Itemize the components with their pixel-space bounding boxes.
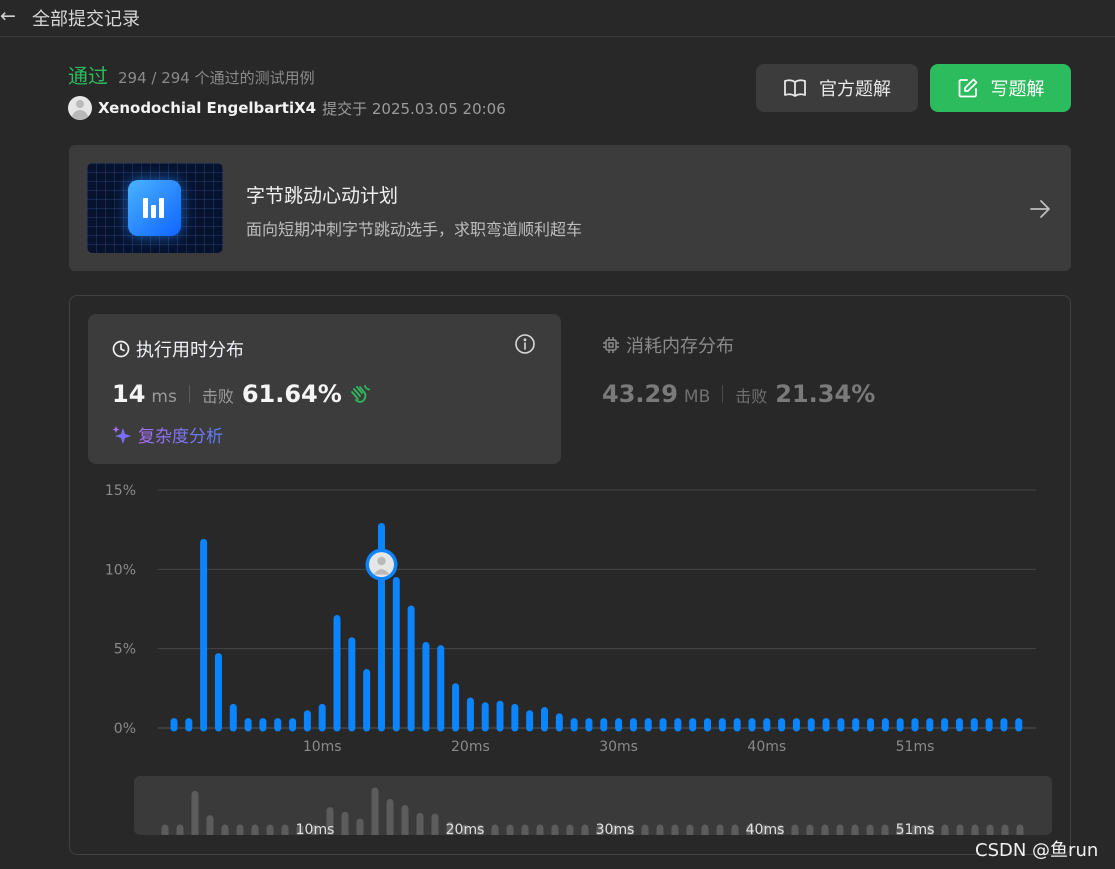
runtime-title: 执行用时分布 [136,340,244,361]
y-tick-label: 0% [114,721,136,737]
banner-subtitle: 面向短期冲刺字节跳动选手，求职弯道顺利超车 [246,220,583,239]
page-title[interactable]: 全部提交记录 [32,5,140,31]
avatar[interactable] [68,96,92,120]
runtime-value: 14 [112,380,146,408]
memory-card[interactable]: 消耗内存分布 43.29 MB 击败 21.34% [602,332,875,408]
status-badge: 通过 [68,64,108,88]
runtime-beat-label: 击败 [201,387,234,406]
clapping-hands-icon [350,385,370,403]
clock-icon [112,340,130,358]
runtime-card-header: 执行用时分布 [112,336,244,362]
y-tick-label: 10% [105,562,136,578]
test-case-count: 294 / 294 个通过的测试用例 [118,69,315,87]
y-tick-label: 5% [114,642,136,658]
write-solution-label: 写题解 [990,79,1045,100]
runtime-unit: ms [151,387,177,407]
memory-beat-percent: 21.34% [775,380,876,408]
book-icon [784,79,806,97]
divider [188,385,190,403]
username[interactable]: Xenodochial EngelbartiX4 [98,99,316,117]
complexity-analysis-label: 复杂度分析 [138,422,223,447]
mini-x-tick-label: 20ms [446,822,485,835]
mini-x-tick-label: 30ms [596,822,635,835]
y-tick-label: 15% [105,483,136,499]
mini-x-tick-label: 51ms [896,822,935,835]
banner-title: 字节跳动心动计划 [246,185,399,207]
bytedance-logo-icon [128,180,181,236]
memory-unit: MB [683,387,711,407]
memory-title: 消耗内存分布 [626,336,734,357]
official-solution-label: 官方题解 [819,79,891,100]
complexity-analysis-link[interactable]: 复杂度分析 [112,422,223,447]
runtime-card[interactable]: 执行用时分布 14 ms 击败 61.64% 复杂度分析 [88,314,561,464]
arrow-right-icon[interactable] [1029,198,1051,220]
runtime-metric: 14 ms 击败 61.64% [112,380,370,408]
official-solution-button[interactable]: 官方题解 [756,64,918,112]
info-icon[interactable] [514,333,536,355]
chart-range-navigator[interactable]: 10ms 20ms 30ms 40ms 51ms [134,776,1052,835]
memory-beat-label: 击败 [735,387,768,406]
x-tick-label: 20ms [451,739,490,755]
x-tick-label: 10ms [303,739,342,755]
mini-x-tick-label: 40ms [746,822,785,835]
memory-metric: 43.29 MB 击败 21.34% [602,380,875,408]
edit-icon [958,78,977,98]
write-solution-button[interactable]: 写题解 [930,64,1071,112]
current-submission-marker[interactable] [365,548,398,581]
runtime-beat-percent: 61.64% [241,380,342,408]
top-bar: ← 全部提交记录 [0,0,1115,37]
memory-card-header: 消耗内存分布 [602,332,734,358]
memory-value: 43.29 [602,380,678,408]
submission-status: 通过 294 / 294 个通过的测试用例 [68,60,315,89]
submission-time: 提交于 2025.03.05 20:06 [322,99,506,118]
x-tick-label: 40ms [747,739,786,755]
watermark: CSDN @鱼run [975,840,1099,861]
chip-icon [603,337,619,353]
runtime-distribution-chart[interactable]: 0% 5% 10% 15% 10ms 20ms 30ms 40ms 51ms [88,474,1058,764]
mini-x-tick-label: 10ms [296,822,335,835]
submitter-info: Xenodochial EngelbartiX4 提交于 2025.03.05 … [68,96,506,120]
arrow-left-icon[interactable]: ← [0,7,20,28]
divider [722,385,724,403]
x-tick-label: 51ms [896,739,935,755]
sparkle-icon [112,425,131,444]
promo-banner[interactable]: 字节跳动心动计划 面向短期冲刺字节跳动选手，求职弯道顺利超车 [69,145,1071,271]
banner-image [87,163,223,253]
x-tick-label: 30ms [599,739,638,755]
